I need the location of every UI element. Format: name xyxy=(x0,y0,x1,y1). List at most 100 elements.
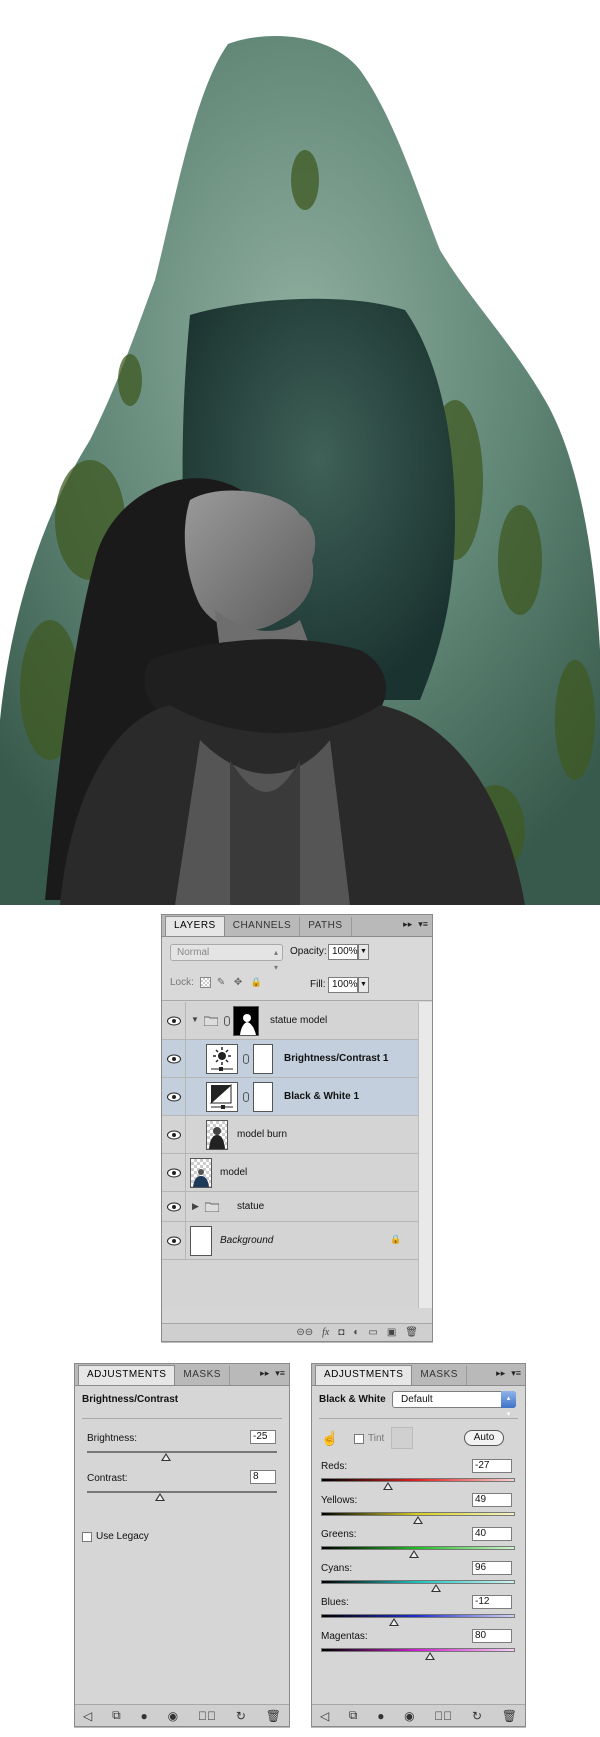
collapse-panel-icon[interactable]: ▸▸ xyxy=(403,919,412,930)
blues-slider-track[interactable] xyxy=(321,1614,515,1618)
tab-paths[interactable]: PATHS xyxy=(300,917,352,936)
opacity-dropdown-icon[interactable]: ▼ xyxy=(358,944,369,960)
magentas-slider-track[interactable] xyxy=(321,1648,515,1652)
layer-row-statue[interactable]: ▶ statue xyxy=(162,1192,432,1222)
panel-menu-icon[interactable]: ▾≡ xyxy=(511,1368,521,1379)
eye-icon[interactable] xyxy=(167,1130,181,1140)
fx-icon[interactable]: fx xyxy=(322,1327,329,1338)
mask-link-icon[interactable] xyxy=(224,1016,230,1026)
clip-to-layer-icon[interactable]: ⧉ xyxy=(349,1708,358,1723)
visibility-toggle-icon[interactable]: ● xyxy=(377,1709,384,1723)
eye-icon[interactable] xyxy=(167,1016,181,1026)
clip-to-layer-icon[interactable]: ⧉ xyxy=(112,1708,121,1723)
adjustment-layer-icon[interactable]: ◐ xyxy=(353,1327,359,1338)
auto-button[interactable]: Auto xyxy=(464,1430,504,1446)
collapse-panel-icon[interactable]: ▸▸ xyxy=(496,1368,505,1379)
new-group-icon[interactable]: ▭ xyxy=(368,1327,377,1338)
eye-icon[interactable] xyxy=(167,1236,181,1246)
tab-masks[interactable]: MASKS xyxy=(412,1366,467,1385)
reds-slider-thumb[interactable] xyxy=(383,1482,394,1490)
layers-scrollbar[interactable] xyxy=(418,1002,432,1308)
brightness-adjustment-icon xyxy=(206,1044,238,1074)
yellows-input[interactable]: 49 xyxy=(472,1493,512,1507)
blues-input[interactable]: -12 xyxy=(472,1595,512,1609)
fill-dropdown-icon[interactable]: ▼ xyxy=(358,977,369,993)
magentas-slider-thumb[interactable] xyxy=(424,1652,435,1660)
view-previous-icon[interactable]: ◉ xyxy=(168,1709,178,1723)
layer-row-model[interactable]: model xyxy=(162,1154,432,1192)
contrast-input[interactable]: 8 xyxy=(250,1470,276,1484)
magentas-input[interactable]: 80 xyxy=(472,1629,512,1643)
blues-label: Blues: xyxy=(321,1597,349,1608)
reset-previous-icon[interactable]: ↺⃝ xyxy=(198,1709,216,1723)
reset-default-icon[interactable]: ↻ xyxy=(236,1709,246,1723)
cyans-input[interactable]: 96 xyxy=(472,1561,512,1575)
visibility-toggle-icon[interactable]: ● xyxy=(141,1709,148,1723)
reds-input[interactable]: -27 xyxy=(472,1459,512,1473)
link-layers-icon[interactable]: ⊝⊝ xyxy=(296,1327,313,1338)
contrast-slider-track[interactable] xyxy=(87,1491,277,1493)
tab-channels[interactable]: CHANNELS xyxy=(225,917,301,936)
layer-row-brightness-contrast-1[interactable]: Brightness/Contrast 1 xyxy=(162,1040,432,1078)
lock-brush-icon[interactable]: ✎ xyxy=(217,977,228,988)
brightness-slider-thumb[interactable] xyxy=(161,1453,172,1461)
back-arrow-icon[interactable]: ◁ xyxy=(320,1709,329,1723)
back-arrow-icon[interactable]: ◁ xyxy=(83,1709,92,1723)
blend-mode-select[interactable]: Normal ▴ ▾ xyxy=(170,944,283,972)
layer-row-black-white-1[interactable]: Black & White 1 xyxy=(162,1078,432,1116)
eye-icon[interactable] xyxy=(167,1054,181,1064)
greens-input[interactable]: 40 xyxy=(472,1527,512,1541)
tab-adjustments[interactable]: ADJUSTMENTS xyxy=(315,1365,413,1385)
brightness-input[interactable]: -25 xyxy=(250,1430,276,1444)
use-legacy-checkbox[interactable] xyxy=(82,1532,92,1542)
tint-checkbox[interactable] xyxy=(354,1434,364,1444)
layer-thumbnail[interactable] xyxy=(206,1120,228,1150)
trash-icon[interactable]: 🗑 xyxy=(266,1709,281,1723)
group-mask-thumbnail[interactable] xyxy=(233,1006,259,1036)
preset-select[interactable]: Default ▴ ▾ xyxy=(392,1391,516,1418)
trash-icon[interactable]: 🗑 xyxy=(405,1327,418,1338)
eye-icon[interactable] xyxy=(167,1168,181,1178)
tab-masks[interactable]: MASKS xyxy=(175,1366,230,1385)
cyans-slider-thumb[interactable] xyxy=(430,1584,441,1592)
mask-link-icon[interactable] xyxy=(243,1092,249,1102)
new-layer-icon[interactable]: ▣ xyxy=(387,1327,396,1338)
opacity-input[interactable]: 100% xyxy=(328,944,358,960)
layer-mask-thumbnail[interactable] xyxy=(253,1044,273,1074)
layer-row-statue-model[interactable]: ▼ statue model xyxy=(162,1002,432,1040)
lock-all-icon[interactable]: 🔒 xyxy=(251,977,262,988)
layer-row-background[interactable]: Background 🔒 xyxy=(162,1222,432,1260)
greens-slider-thumb[interactable] xyxy=(409,1550,420,1558)
lock-move-icon[interactable]: ✥ xyxy=(234,977,245,988)
layers-tabbar: LAYERS CHANNELS PATHS ▸▸ ▾≡ xyxy=(162,915,432,937)
layer-mask-thumbnail[interactable] xyxy=(253,1082,273,1112)
brightness-slider-track[interactable] xyxy=(87,1451,277,1453)
tab-layers[interactable]: LAYERS xyxy=(165,916,225,936)
panel-menu-icon[interactable]: ▾≡ xyxy=(418,919,428,930)
reset-previous-icon[interactable]: ↺⃝ xyxy=(434,1709,452,1723)
view-previous-icon[interactable]: ◉ xyxy=(404,1709,414,1723)
eye-icon[interactable] xyxy=(167,1092,181,1102)
reds-slider-track[interactable] xyxy=(321,1478,515,1482)
blues-slider-thumb[interactable] xyxy=(388,1618,399,1626)
fill-input[interactable]: 100% xyxy=(328,977,358,993)
add-mask-icon[interactable]: ◘ xyxy=(338,1327,344,1338)
collapse-panel-icon[interactable]: ▸▸ xyxy=(260,1368,269,1379)
eye-icon[interactable] xyxy=(167,1202,181,1212)
disclosure-open-icon[interactable]: ▼ xyxy=(191,1015,199,1024)
contrast-slider-thumb[interactable] xyxy=(155,1493,166,1501)
layer-thumbnail[interactable] xyxy=(190,1158,212,1188)
yellows-slider-thumb[interactable] xyxy=(412,1516,423,1524)
trash-icon[interactable]: 🗑 xyxy=(502,1709,517,1723)
mask-link-icon[interactable] xyxy=(243,1054,249,1064)
layer-row-model-burn[interactable]: model burn xyxy=(162,1116,432,1154)
tint-color-swatch[interactable] xyxy=(391,1427,413,1449)
disclosure-closed-icon[interactable]: ▶ xyxy=(192,1201,199,1212)
layer-thumbnail[interactable] xyxy=(190,1226,212,1256)
lock-transparent-icon[interactable] xyxy=(199,977,211,988)
tab-adjustments[interactable]: ADJUSTMENTS xyxy=(78,1365,176,1385)
targeted-adjust-hand-icon[interactable]: ☝ xyxy=(321,1430,338,1447)
cyans-slider-track[interactable] xyxy=(321,1580,515,1584)
reset-default-icon[interactable]: ↻ xyxy=(472,1709,482,1723)
panel-menu-icon[interactable]: ▾≡ xyxy=(275,1368,285,1379)
